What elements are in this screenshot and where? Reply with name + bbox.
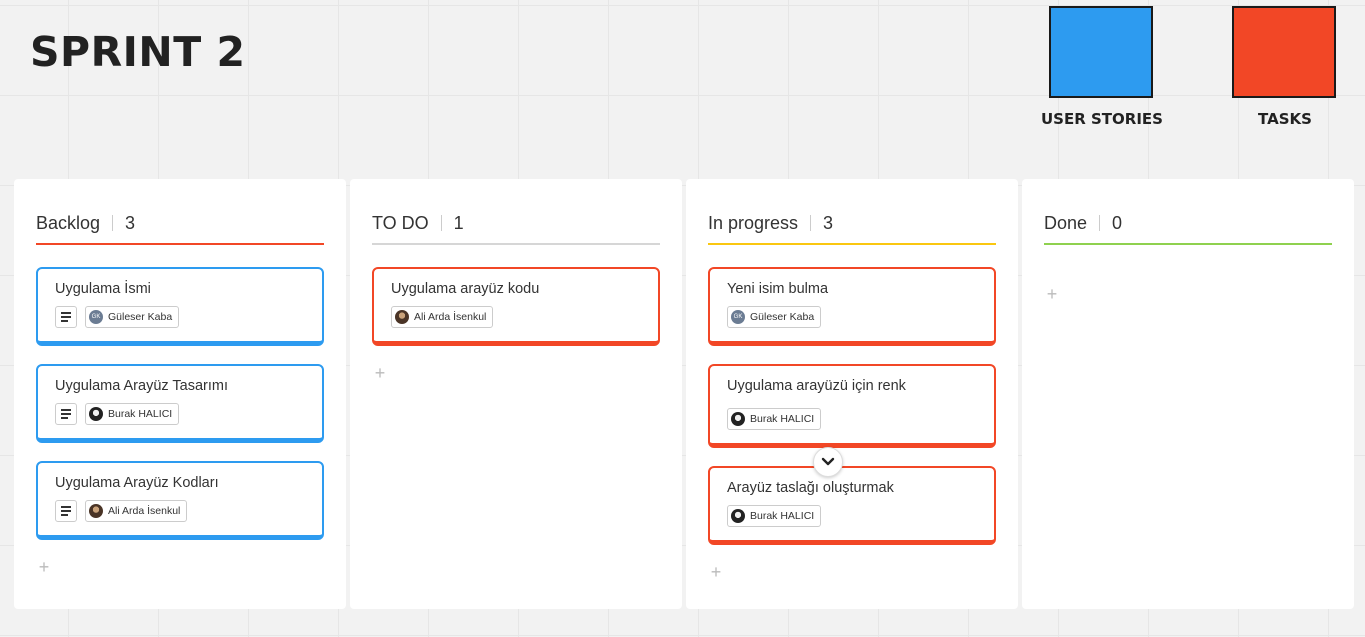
assignee-chip[interactable]: Burak HALICI [727,408,822,430]
column-name: TO DO [372,212,429,233]
card[interactable]: Uygulama Arayüz Kodları Ali Arda İsenkul [36,461,324,540]
column-color-line [1044,243,1332,245]
description-icon[interactable] [55,403,77,425]
legend-tasks[interactable]: TASKS [1232,6,1338,128]
card[interactable]: Uygulama İsmi GK Güleser Kaba [36,267,324,346]
column-color-line [36,243,324,245]
avatar [731,412,745,426]
column-count: 3 [823,212,834,233]
description-icon[interactable] [55,500,77,522]
column-name: In progress [708,212,799,233]
board-title[interactable]: SPRINT 2 [30,28,246,76]
card-title: Uygulama İsmi [55,281,151,297]
assignee-chip[interactable]: Ali Arda İsenkul [85,500,188,522]
assignee-chip[interactable]: Ali Arda İsenkul [391,306,494,328]
column-header[interactable]: Backlog 3 [36,201,324,245]
avatar [89,504,103,518]
assignee-chip[interactable]: GK Güleser Kaba [85,306,180,328]
legend-user-stories[interactable]: USER STORIES [1041,6,1163,128]
card-title: Uygulama Arayüz Kodları [55,475,219,491]
column-color-line [372,243,660,245]
assignee-name: Burak HALICI [108,408,173,420]
card-title: Uygulama arayüzü için renk [727,378,906,394]
divider [112,215,114,231]
column-header[interactable]: In progress 3 [708,201,996,245]
card[interactable]: Uygulama Arayüz Tasarımı Burak HALICI [36,364,324,443]
description-icon[interactable] [55,306,77,328]
avatar: GK [731,310,745,324]
add-card-button[interactable]: + [36,558,52,576]
column-done[interactable]: Done 0 + [1022,179,1354,609]
card-title: Arayüz taslağı oluşturmak [727,480,894,496]
assignee-chip[interactable]: Burak HALICI [727,505,822,527]
column-header[interactable]: Done 0 [1044,201,1332,245]
card[interactable]: Uygulama arayüzü için renk Burak HALICI [708,364,996,448]
column-color-line [708,243,996,245]
column-count: 3 [125,212,136,233]
column-count: 0 [1112,212,1123,233]
column-name: Done [1044,212,1088,233]
add-card-button[interactable]: + [372,364,388,382]
card[interactable]: Uygulama arayüz kodu Ali Arda İsenkul [372,267,660,346]
assignee-name: Burak HALICI [750,510,815,522]
assignee-chip[interactable]: Burak HALICI [85,403,180,425]
card[interactable]: Arayüz taslağı oluşturmak Burak HALICI [708,466,996,545]
card-title: Uygulama Arayüz Tasarımı [55,378,228,394]
divider [1099,215,1101,231]
legend-swatch-user-stories[interactable] [1049,6,1153,98]
avatar [395,310,409,324]
legend-label: USER STORIES [1041,110,1163,128]
legend-label: TASKS [1258,110,1312,128]
add-card-button[interactable]: + [1044,285,1060,303]
column-header[interactable]: TO DO 1 [372,201,660,245]
chevron-down-icon[interactable] [813,447,843,477]
assignee-name: Ali Arda İsenkul [108,505,181,517]
divider [440,215,442,231]
card[interactable]: Yeni isim bulma GK Güleser Kaba [708,267,996,346]
column-backlog[interactable]: Backlog 3 Uygulama İsmi GK Güleser Kaba … [14,179,346,609]
avatar [731,509,745,523]
divider [810,215,812,231]
add-card-button[interactable]: + [708,563,724,581]
column-name: Backlog [36,212,101,233]
avatar: GK [89,310,103,324]
avatar [89,407,103,421]
assignee-name: Güleser Kaba [750,311,815,323]
card-title: Uygulama arayüz kodu [391,281,540,297]
card-title: Yeni isim bulma [727,281,829,297]
assignee-name: Burak HALICI [750,413,815,425]
column-count: 1 [453,212,464,233]
assignee-name: Ali Arda İsenkul [414,311,487,323]
assignee-chip[interactable]: GK Güleser Kaba [727,306,822,328]
legend-swatch-tasks[interactable] [1232,6,1336,98]
assignee-name: Güleser Kaba [108,311,173,323]
column-todo[interactable]: TO DO 1 Uygulama arayüz kodu Ali Arda İs… [350,179,682,609]
column-in-progress[interactable]: In progress 3 Yeni isim bulma GK Güleser… [686,179,1018,609]
